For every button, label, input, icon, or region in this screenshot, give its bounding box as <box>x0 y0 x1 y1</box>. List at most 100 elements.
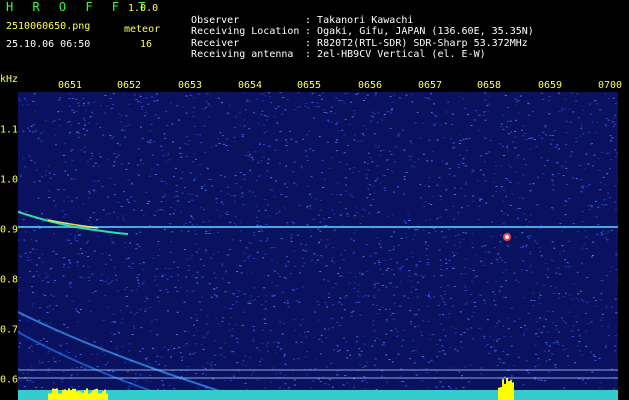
noise-speck <box>409 140 412 142</box>
noise-speck <box>274 149 277 151</box>
noise-speck <box>509 120 512 122</box>
noise-speck <box>209 363 211 365</box>
noise-speck <box>411 94 414 96</box>
spectrogram-canvas <box>18 92 618 400</box>
noise-speck <box>564 98 567 100</box>
noise-speck <box>242 360 245 362</box>
noise-speck <box>385 333 388 335</box>
noise-speck <box>442 236 444 238</box>
noise-speck <box>417 224 420 226</box>
noise-speck <box>444 258 447 260</box>
noise-speck <box>327 119 330 121</box>
noise-speck <box>529 266 532 268</box>
noise-speck <box>38 360 41 362</box>
noise-speck <box>135 99 138 100</box>
noise-speck <box>87 190 90 192</box>
noise-speck <box>136 243 139 245</box>
noise-speck <box>227 282 230 284</box>
noise-speck <box>249 153 252 155</box>
noise-speck <box>537 358 540 359</box>
noise-speck <box>505 296 508 298</box>
noise-speck <box>471 168 474 170</box>
noise-speck <box>197 387 200 389</box>
noise-speck <box>204 152 206 154</box>
noise-speck <box>41 176 44 178</box>
noise-speck <box>178 119 180 121</box>
noise-speck <box>154 275 157 277</box>
noise-speck <box>444 236 447 238</box>
noise-speck <box>210 367 213 369</box>
noise-speck <box>282 96 285 98</box>
noise-speck <box>62 216 65 218</box>
noise-speck <box>396 331 399 333</box>
noise-speck <box>517 154 520 156</box>
noise-speck <box>353 167 356 169</box>
noise-speck <box>572 111 575 113</box>
noise-speck <box>156 296 159 298</box>
noise-speck <box>605 305 608 307</box>
noise-speck <box>509 181 512 183</box>
noise-speck <box>374 282 377 284</box>
noise-speck <box>113 333 116 335</box>
noise-speck <box>202 108 205 110</box>
noise-speck <box>221 264 224 266</box>
noise-speck <box>227 112 230 114</box>
noise-speck <box>54 280 56 281</box>
noise-speck <box>376 122 379 124</box>
noise-speck <box>40 132 43 134</box>
noise-speck <box>504 261 506 263</box>
noise-speck <box>442 314 445 316</box>
noise-speck <box>306 160 309 161</box>
noise-speck <box>454 332 457 334</box>
noise-speck <box>506 107 509 108</box>
noise-speck <box>264 95 267 97</box>
noise-speck <box>450 124 453 125</box>
noise-speck <box>87 240 90 242</box>
noise-speck <box>427 259 430 260</box>
noise-speck <box>372 324 375 326</box>
noise-speck <box>393 302 396 304</box>
noise-speck <box>187 270 190 271</box>
noise-speck <box>557 293 560 295</box>
noise-speck <box>22 157 25 159</box>
noise-speck <box>195 158 197 160</box>
noise-speck <box>597 158 600 159</box>
noise-speck <box>261 230 264 232</box>
noise-speck <box>119 144 122 146</box>
noise-speck <box>531 111 534 113</box>
noise-speck <box>46 340 48 342</box>
noise-speck <box>459 161 462 163</box>
noise-speck <box>112 93 115 95</box>
noise-speck <box>294 266 297 267</box>
noise-speck <box>82 117 85 119</box>
noise-speck <box>267 158 270 160</box>
noise-speck <box>142 348 144 349</box>
noise-speck <box>355 229 358 231</box>
noise-speck <box>486 281 489 283</box>
noise-speck <box>206 168 209 170</box>
noise-speck <box>319 381 322 382</box>
noise-speck <box>142 262 145 264</box>
noise-speck <box>430 160 433 162</box>
noise-speck <box>373 297 376 299</box>
noise-speck <box>430 112 433 114</box>
noise-speck <box>201 276 204 278</box>
noise-speck <box>403 178 406 180</box>
noise-speck <box>382 342 385 344</box>
noise-speck <box>538 247 541 249</box>
noise-speck <box>426 160 429 162</box>
noise-speck <box>554 367 557 369</box>
noise-speck <box>419 197 422 199</box>
noise-speck <box>264 323 267 324</box>
noise-speck <box>335 123 338 125</box>
noise-speck <box>167 152 170 154</box>
noise-speck <box>294 329 297 331</box>
noise-speck <box>115 156 118 158</box>
noise-speck <box>241 196 244 198</box>
noise-speck <box>191 224 194 226</box>
noise-speck <box>397 135 400 137</box>
noise-speck <box>530 138 533 140</box>
noise-speck <box>324 383 327 385</box>
noise-speck <box>391 361 394 363</box>
noise-speck <box>156 100 159 101</box>
